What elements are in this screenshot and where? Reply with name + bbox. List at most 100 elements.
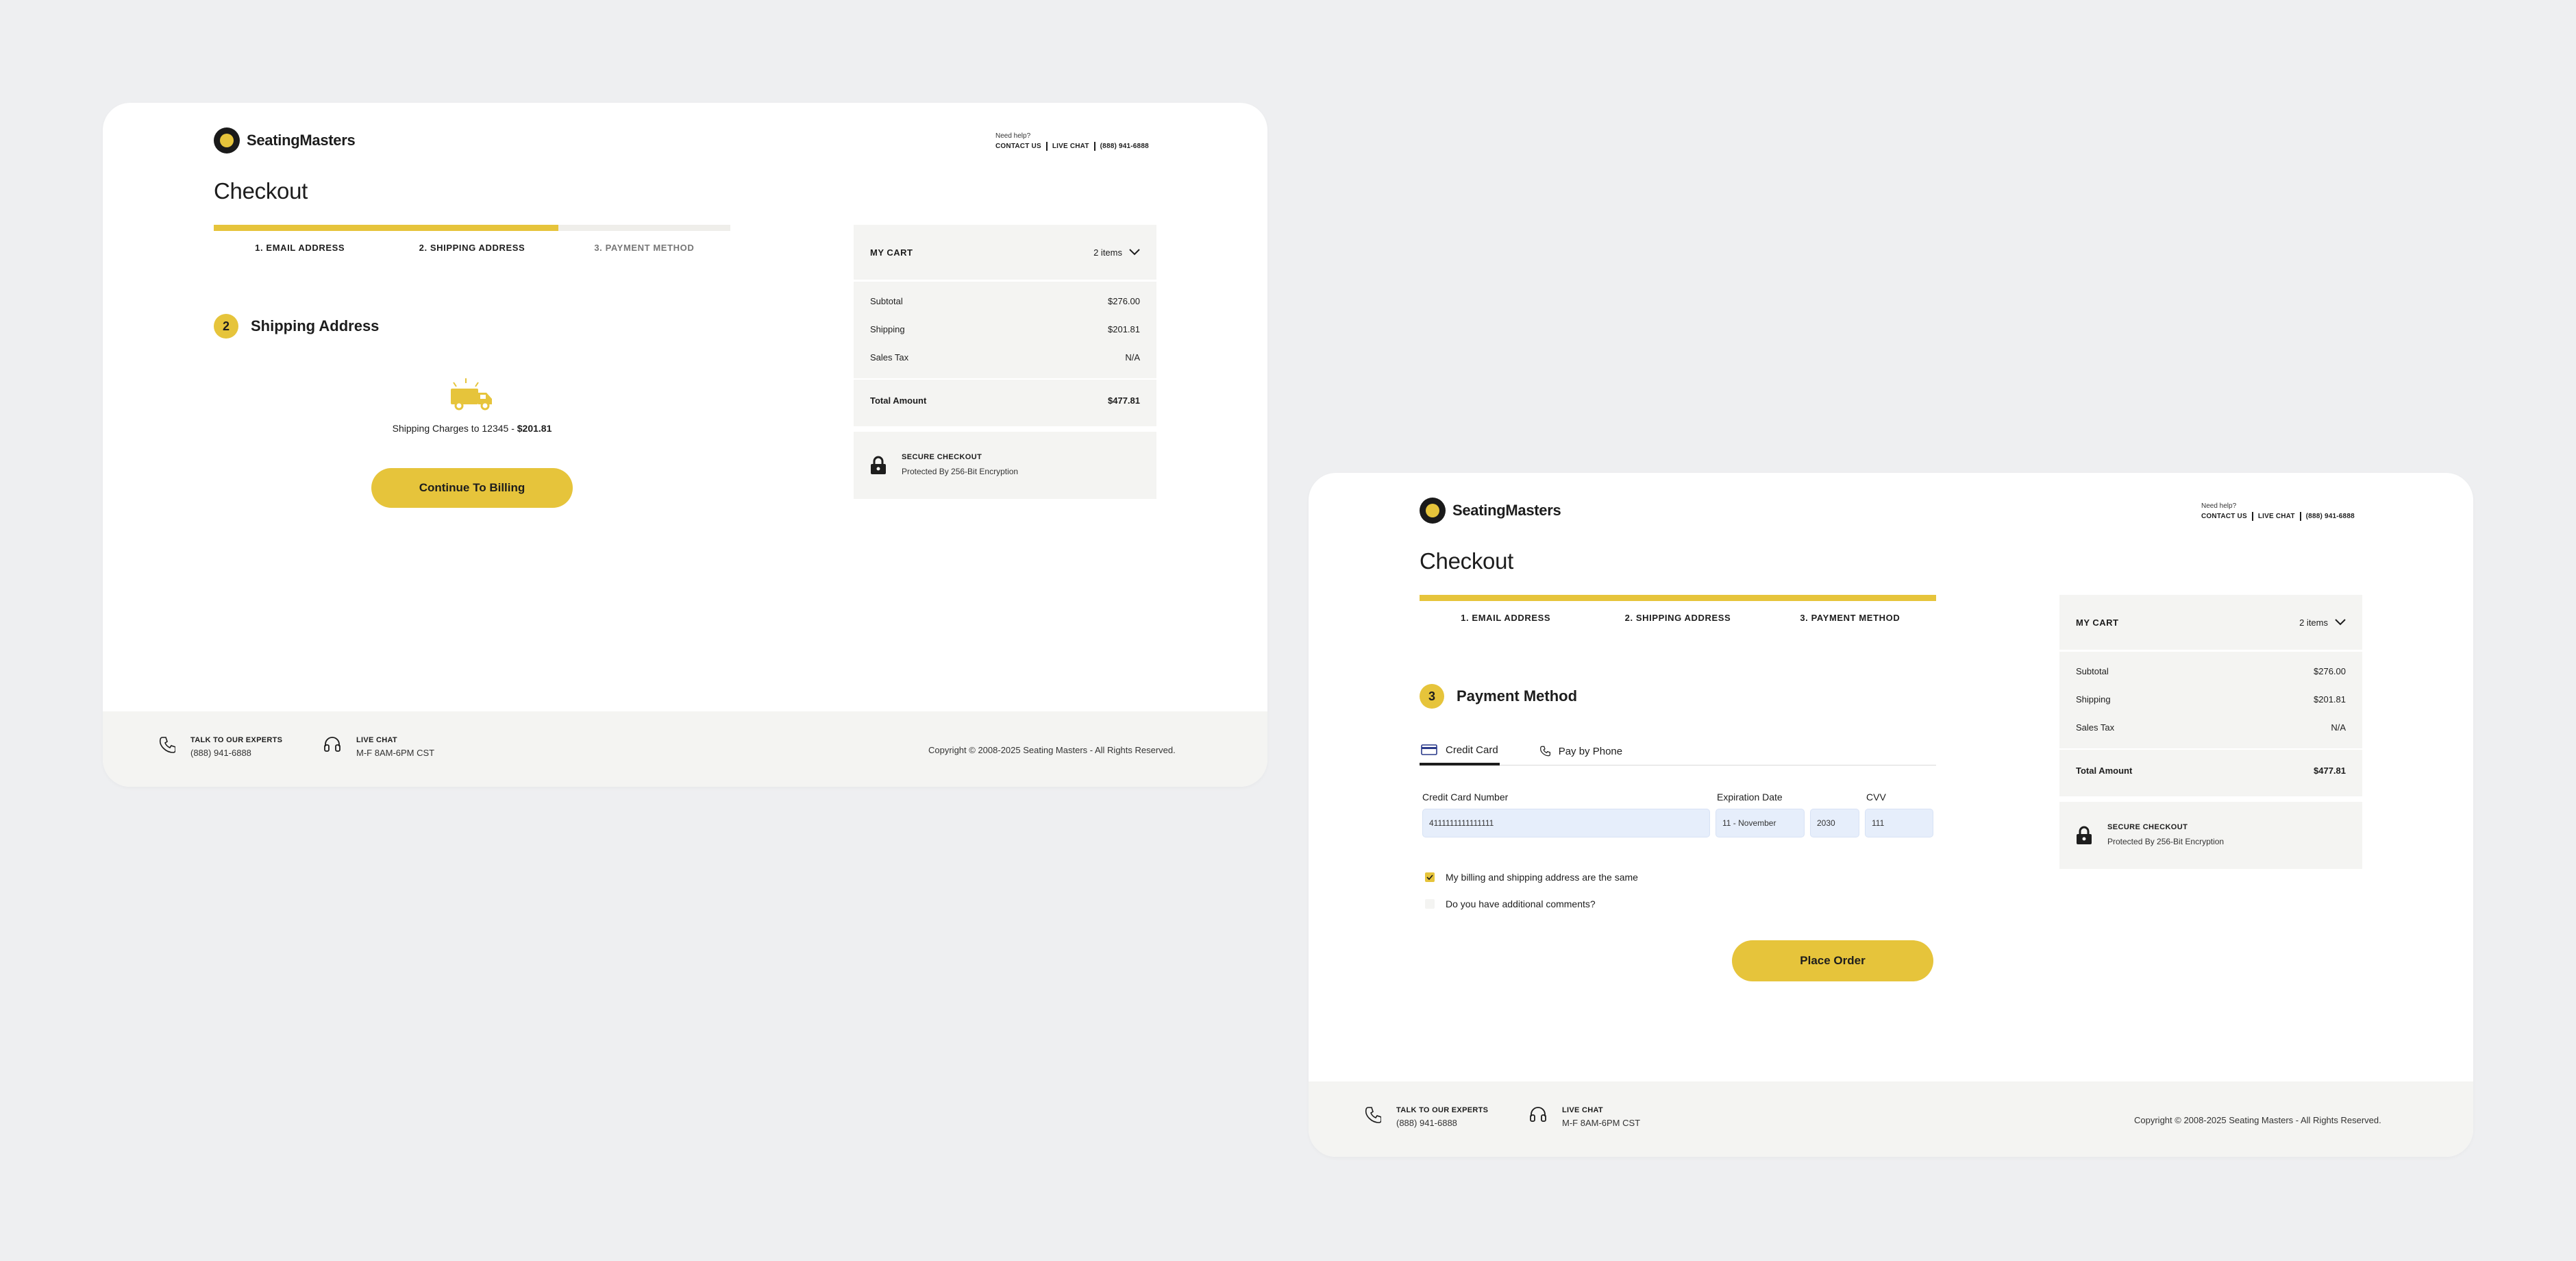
live-chat-link[interactable]: LIVE CHAT [1052,143,1089,150]
cart-row-total: Total Amount $477.81 [854,378,1156,426]
phone-icon [1365,1107,1381,1123]
cart-row-shipping: Shipping $201.81 [870,322,1140,350]
row-value: N/A [2331,722,2346,733]
row-value: $201.81 [1108,324,1140,334]
step-shipping[interactable]: 2. SHIPPING ADDRESS [386,243,558,253]
cart-summary: MY CART 2 items Subtotal $276.00 Shipping… [2059,595,2362,869]
cvv-label: CVV [1866,792,1886,803]
phone-link[interactable]: (888) 941-6888 [2306,513,2355,520]
step-email[interactable]: 1. EMAIL ADDRESS [1420,613,1592,623]
total-label: Total Amount [2076,766,2133,776]
step-shipping[interactable]: 2. SHIPPING ADDRESS [1592,613,1763,623]
shipping-charges-text: Shipping Charges to 12345 - $201.81 [329,423,615,434]
contact-us-link[interactable]: CONTACT US [2201,513,2247,520]
phone-icon [1539,746,1550,757]
additional-comments-checkbox[interactable] [1425,899,1435,909]
footer-live-chat[interactable]: LIVE CHAT M-F 8AM-6PM CST [1529,1106,1640,1129]
footer-chat-title: LIVE CHAT [1562,1106,1603,1114]
chevron-down-icon[interactable] [1129,249,1140,256]
brand-logo[interactable]: SeatingMasters [214,127,356,154]
credit-card-icon [1421,744,1437,755]
checkmark-icon [1426,874,1433,880]
row-label: Subtotal [2076,666,2109,676]
step-email[interactable]: 1. EMAIL ADDRESS [214,243,386,253]
card-number-field[interactable]: 4111111111111111 [1422,809,1710,837]
progress-fill [214,225,558,231]
shipping-checkout-screen: SeatingMasters Need help? CONTACT US LIV… [103,103,1267,787]
additional-comments-option[interactable]: Do you have additional comments? [1425,898,1596,909]
section-header: 2 Shipping Address [214,314,379,339]
row-label: Shipping [870,324,905,334]
footer-talk-to-experts[interactable]: TALK TO OUR EXPERTS (888) 941-6888 [1365,1106,1488,1129]
additional-comments-label: Do you have additional comments? [1446,898,1596,909]
brand-name: SeatingMasters [1452,502,1561,519]
cart-header[interactable]: MY CART 2 items [854,225,1156,280]
progress-fill [1420,595,1936,601]
footer-chat-hours: M-F 8AM-6PM CST [356,748,435,758]
cart-row-subtotal: Subtotal $276.00 [870,294,1140,322]
expiration-year-select[interactable]: 2030 [1810,809,1859,837]
copyright-text: Copyright © 2008-2025 Seating Masters - … [2134,1115,2381,1125]
headset-icon [324,737,340,752]
tab-credit-card[interactable]: Credit Card [1420,737,1500,766]
place-order-button[interactable]: Place Order [1732,940,1933,981]
step-number-badge: 2 [214,314,238,339]
payment-checkout-screen: SeatingMasters Need help? CONTACT US LIV… [1309,473,2473,1157]
brand-name: SeatingMasters [247,132,356,149]
page-title: Checkout [214,178,308,204]
chevron-down-icon[interactable] [2335,619,2346,626]
lock-icon [2077,826,2092,844]
contact-us-link[interactable]: CONTACT US [995,143,1041,150]
footer-live-chat[interactable]: LIVE CHAT M-F 8AM-6PM CST [323,736,434,759]
lock-icon [871,456,886,474]
help-label: Need help? [995,132,1031,140]
secure-title: SECURE CHECKOUT [902,453,982,461]
expiration-date-label: Expiration Date [1717,792,1783,803]
continue-to-billing-button[interactable]: Continue To Billing [371,468,573,508]
same-address-label: My billing and shipping address are the … [1446,872,1638,883]
checkout-steps: 1. EMAIL ADDRESS 2. SHIPPING ADDRESS 3. … [214,243,730,253]
same-address-option[interactable]: My billing and shipping address are the … [1425,872,1638,883]
cvv-field[interactable]: 111 [1865,809,1933,837]
checkout-steps: 1. EMAIL ADDRESS 2. SHIPPING ADDRESS 3. … [1420,613,1936,623]
total-label: Total Amount [870,395,927,406]
cart-header[interactable]: MY CART 2 items [2059,595,2362,650]
step-payment[interactable]: 3. PAYMENT METHOD [558,243,730,253]
tab-pay-by-phone[interactable]: Pay by Phone [1538,737,1624,766]
cart-title: MY CART [2076,617,2119,628]
footer-talk-phone: (888) 941-6888 [1396,1118,1457,1128]
page-title: Checkout [1420,548,1514,574]
live-chat-link[interactable]: LIVE CHAT [2258,513,2295,520]
headset-icon [1530,1107,1546,1122]
shipping-charges-label: Shipping Charges to 12345 - [392,423,517,434]
expiration-month-select[interactable]: 11 - November [1716,809,1805,837]
section-header: 3 Payment Method [1420,684,1577,709]
phone-link[interactable]: (888) 941-6888 [1100,143,1149,150]
phone-icon [159,737,175,753]
secure-checkout-box: SECURE CHECKOUT Protected By 256-Bit Enc… [854,432,1156,499]
delivery-truck-icon [447,377,497,411]
footer: TALK TO OUR EXPERTS (888) 941-6888 LIVE C… [1309,1081,2473,1157]
row-value: N/A [1125,352,1140,363]
footer-chat-hours: M-F 8AM-6PM CST [1562,1118,1641,1128]
cart-count-label: 2 items [2299,617,2328,628]
brand-logo[interactable]: SeatingMasters [1420,498,1561,524]
footer-talk-phone: (888) 941-6888 [190,748,251,758]
step-payment[interactable]: 3. PAYMENT METHOD [1764,613,1936,623]
footer-talk-title: TALK TO OUR EXPERTS [190,736,283,744]
divider [2299,512,2301,521]
payment-tabs: Credit Card Pay by Phone [1420,737,1936,766]
copyright-text: Copyright © 2008-2025 Seating Masters - … [928,745,1176,755]
footer-chat-title: LIVE CHAT [356,736,397,744]
cart-summary: MY CART 2 items Subtotal $276.00 Shipping… [854,225,1156,499]
same-address-checkbox[interactable] [1425,872,1435,882]
cart-totals: Subtotal $276.00 Shipping $201.81 Sales Ta… [854,282,1156,426]
divider [1093,142,1095,151]
checkout-progress-bar [1420,595,1936,601]
cart-count-label: 2 items [1093,247,1122,258]
cart-totals: Subtotal $276.00 Shipping $201.81 Sales Ta… [2059,652,2362,796]
cart-row-tax: Sales Tax N/A [2076,720,2346,748]
footer-talk-to-experts[interactable]: TALK TO OUR EXPERTS (888) 941-6888 [159,736,282,759]
tab-label: Credit Card [1446,744,1498,756]
checkout-progress-bar [214,225,730,231]
